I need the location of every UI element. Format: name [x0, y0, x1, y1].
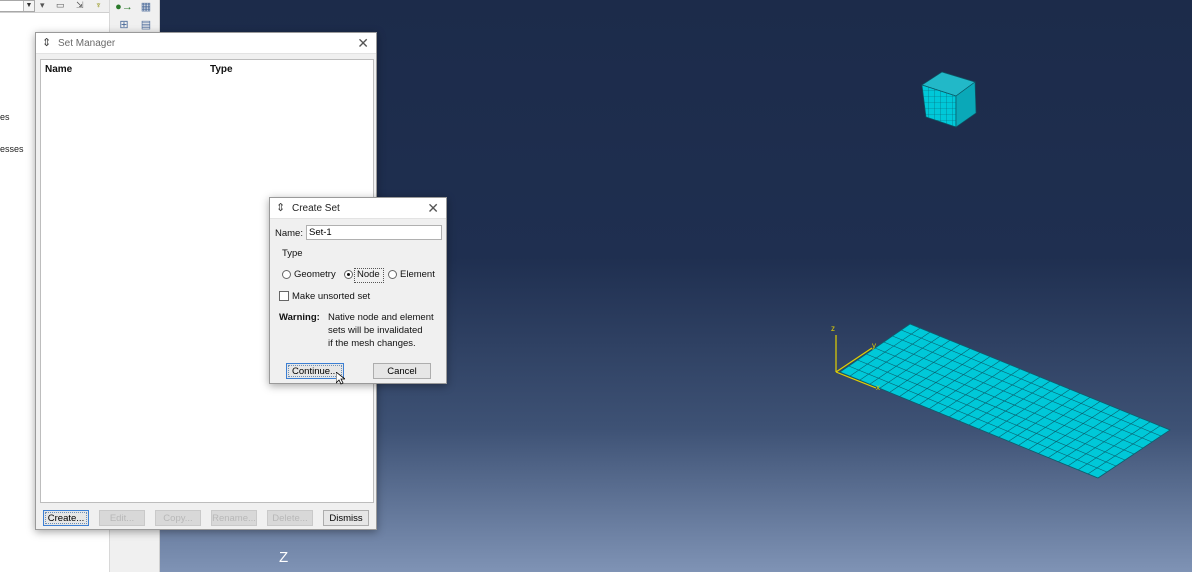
- radio-geometry-label[interactable]: Geometry: [294, 269, 336, 280]
- column-header-name[interactable]: Name: [45, 64, 72, 75]
- set-manager-title: Set Manager: [58, 38, 116, 49]
- abaqus-double-arrow-icon: ⇕: [276, 202, 286, 214]
- view-triad-z-label: Z: [279, 549, 289, 566]
- delete-button[interactable]: Delete...: [267, 510, 313, 526]
- dismiss-button[interactable]: Dismiss: [323, 510, 369, 526]
- meshed-plate[interactable]: [839, 323, 1171, 479]
- radio-geometry[interactable]: [282, 270, 291, 279]
- column-header-type[interactable]: Type: [210, 64, 233, 75]
- chevron-down-icon[interactable]: ▼: [23, 1, 34, 11]
- set-name-input[interactable]: [306, 225, 442, 240]
- axis-z-label: z: [831, 324, 835, 333]
- radio-element[interactable]: [388, 270, 397, 279]
- edit-button[interactable]: Edit...: [99, 510, 145, 526]
- warning-label: Warning:: [279, 312, 320, 323]
- set-manager-tool-icon[interactable]: ▤: [137, 18, 155, 32]
- axis-y-label: y: [872, 341, 876, 350]
- create-set-title-bar[interactable]: ⇕ Create Set ✕: [270, 198, 446, 219]
- radio-element-label[interactable]: Element: [400, 269, 435, 280]
- abaqus-double-arrow-icon: ⇕: [42, 37, 52, 49]
- name-label: Name:: [275, 228, 303, 239]
- axis-x-label: x: [876, 383, 880, 392]
- close-icon[interactable]: ✕: [427, 200, 439, 216]
- tree-filter-icon[interactable]: ▭: [56, 0, 65, 10]
- tree-toolbar: ▼ ▾ ▭ ⇲ ♆: [0, 0, 109, 13]
- warning-text-line: if the mesh changes.: [328, 338, 416, 349]
- create-set-title: Create Set: [292, 203, 340, 214]
- create-button[interactable]: Create...: [43, 510, 89, 526]
- tree-item-fragment[interactable]: es: [0, 112, 10, 122]
- radio-node-label[interactable]: Node: [357, 269, 380, 280]
- table-tool-icon[interactable]: ▦: [137, 0, 155, 14]
- rename-button[interactable]: Rename...: [211, 510, 257, 526]
- connector-tool-icon[interactable]: ●→: [115, 0, 133, 14]
- mouse-pointer-icon: [336, 372, 345, 385]
- unsorted-set-checkbox[interactable]: [279, 291, 289, 301]
- module-combo[interactable]: ▼: [0, 0, 35, 12]
- type-group-label: Type: [282, 248, 303, 259]
- tree-highlight-icon[interactable]: ♆: [95, 0, 102, 10]
- meshed-cube[interactable]: [921, 71, 977, 128]
- set-tool-icon[interactable]: ⊞: [115, 18, 133, 32]
- set-manager-title-bar[interactable]: ⇕ Set Manager ✕: [36, 33, 376, 54]
- close-icon[interactable]: ✕: [357, 35, 369, 51]
- radio-node[interactable]: [344, 270, 353, 279]
- cancel-button[interactable]: Cancel: [373, 363, 431, 379]
- warning-text-line: Native node and element: [328, 312, 434, 323]
- tree-item-fragment[interactable]: esses: [0, 144, 24, 154]
- unsorted-set-label[interactable]: Make unsorted set: [292, 291, 370, 302]
- copy-button[interactable]: Copy...: [155, 510, 201, 526]
- tree-expand-icon[interactable]: ⇲: [76, 0, 84, 10]
- warning-text-line: sets will be invalidated: [328, 325, 423, 336]
- create-set-dialog: ⇕ Create Set ✕ Name: Type Geometry Node …: [269, 197, 447, 384]
- dropdown-arrow-icon[interactable]: ▾: [40, 0, 45, 10]
